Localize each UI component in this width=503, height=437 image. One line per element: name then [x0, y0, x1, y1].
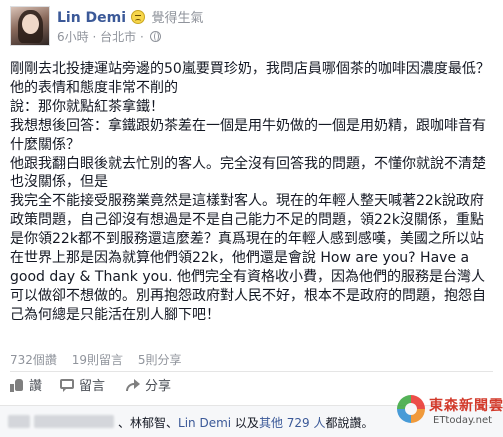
- comment-button[interactable]: 留言: [60, 375, 105, 399]
- angry-face-icon: [131, 10, 146, 24]
- author-line: Lin Demi 覺得生氣: [57, 7, 204, 26]
- feeling-label: 覺得生氣: [151, 11, 204, 26]
- post-paragraph: 我想想後回答：拿鐵跟奶茶差在一個是用牛奶做的一個是用奶精，跟咖啡音有什麼關係？: [10, 117, 486, 153]
- likes-name-link[interactable]: Lin Demi: [178, 416, 231, 430]
- ettoday-watermark: 東森新聞雲 ETtoday.net: [397, 391, 503, 433]
- share-icon: [126, 378, 140, 392]
- watermark-domain: ETtoday.net: [433, 415, 493, 426]
- author-avatar[interactable]: [10, 6, 50, 46]
- post-meta: 6小時 · 台北市 ·: [57, 28, 161, 45]
- like-count[interactable]: 732個讚: [10, 353, 57, 367]
- like-button-label: 讚: [29, 379, 43, 394]
- post-paragraph: 他跟我翻白眼後就去忙別的客人。完全沒有回答我的問題，不懂你就說不清楚也沒關係，但…: [10, 155, 486, 191]
- ettoday-logo-icon: [397, 395, 425, 423]
- likes-others-link[interactable]: 其他 729 人: [259, 416, 326, 430]
- share-button[interactable]: 分享: [126, 375, 171, 399]
- thumbs-up-icon: [10, 378, 24, 392]
- comment-icon: [60, 378, 74, 392]
- post-time[interactable]: 6小時: [57, 30, 89, 44]
- comment-count[interactable]: 19則留言: [72, 353, 123, 367]
- post-paragraph: 我完全不能接受服務業竟然是這樣對客人。現在的年輕人整天喊著22k說政府政策問題，…: [10, 193, 486, 323]
- likes-suffix: 都說讚。: [325, 416, 374, 430]
- stats-divider: [10, 371, 493, 372]
- blurred-name: [34, 415, 114, 428]
- public-globe-icon[interactable]: [149, 31, 161, 42]
- post-stats: 732個讚 19則留言 5則分享: [10, 351, 192, 368]
- comment-button-label: 留言: [79, 379, 106, 394]
- likes-middle: 以及: [231, 416, 259, 430]
- like-button[interactable]: 讚: [10, 375, 42, 399]
- watermark-name: 東森新聞雲: [429, 398, 503, 414]
- post-body: 剛剛去北投捷運站旁邊的50嵐要買珍奶，我問店員哪個茶的咖啡因濃度最低？他的表情和…: [10, 60, 495, 325]
- blurred-name: [8, 415, 30, 428]
- likes-prefix[interactable]: 、林郁智、: [118, 416, 178, 430]
- share-button-label: 分享: [145, 379, 172, 394]
- post-location[interactable]: 台北市: [100, 30, 136, 44]
- likes-summary-text: 、林郁智、Lin Demi 以及其他 729 人都說讚。: [118, 414, 374, 431]
- author-name[interactable]: Lin Demi: [57, 10, 126, 26]
- post-paragraph: 說：那你就點紅茶拿鐵！: [10, 98, 164, 115]
- share-count[interactable]: 5則分享: [138, 353, 182, 367]
- post-paragraph: 剛剛去北投捷運站旁邊的50嵐要買珍奶，我問店員哪個茶的咖啡因濃度最低？他的表情和…: [10, 61, 490, 96]
- facebook-post: Lin Demi 覺得生氣 6小時 · 台北市 · 剛剛去北投捷運站旁邊的50嵐…: [0, 0, 503, 437]
